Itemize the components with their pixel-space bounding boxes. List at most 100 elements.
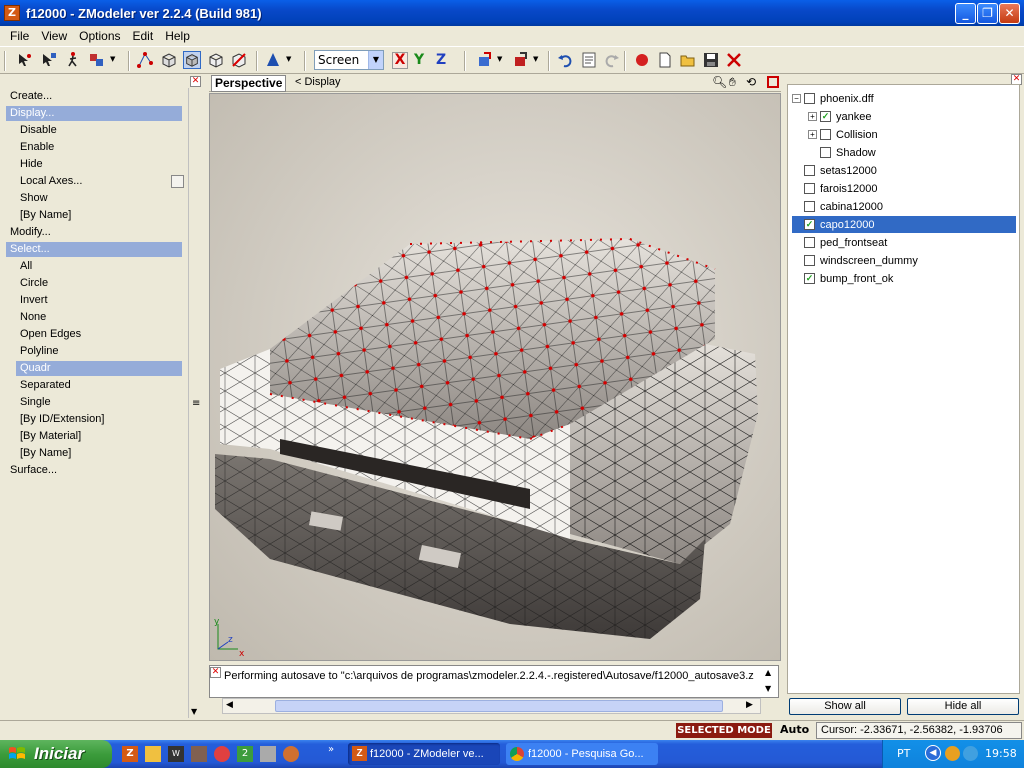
log-scroll-up-icon[interactable]: ▲ (765, 668, 771, 677)
dropdown-arrow-icon[interactable]: ▼ (497, 55, 502, 63)
collapse-icon[interactable]: − (792, 94, 801, 103)
command-item[interactable]: Modify... (10, 225, 51, 240)
perspective-viewport[interactable]: y z x (209, 93, 781, 661)
menu-view[interactable]: View (35, 29, 73, 43)
command-item[interactable]: Enable (20, 140, 54, 155)
tool-quicklaunch-icon[interactable]: 2 (237, 746, 253, 762)
command-item[interactable]: Create... (10, 89, 52, 104)
game-quicklaunch-icon[interactable] (283, 746, 299, 762)
show-all-button[interactable]: Show all (789, 698, 901, 715)
app-quicklaunch-icon[interactable]: W (168, 746, 184, 762)
log-scroll-down-icon[interactable]: ▼ (765, 684, 771, 693)
scroll-left-icon[interactable]: ◀ (226, 700, 233, 710)
command-item[interactable]: Separated (20, 378, 71, 393)
tray-network-icon[interactable] (963, 746, 978, 761)
command-item[interactable]: Disable (20, 123, 57, 138)
command-item[interactable]: Circle (20, 276, 48, 291)
new-file-icon[interactable] (656, 51, 674, 69)
log-close-icon[interactable]: ✕ (210, 667, 221, 678)
media-quicklaunch-icon[interactable] (191, 746, 207, 762)
scroll-down-icon[interactable]: ▼ (191, 707, 197, 716)
rotate-view-icon[interactable]: ⟲ (746, 75, 756, 89)
close-button[interactable]: ✕ (999, 3, 1020, 24)
tree-item[interactable]: ✓ bump_front_ok (792, 270, 1016, 287)
visibility-checkbox[interactable] (804, 255, 815, 266)
expand-icon[interactable]: + (808, 130, 817, 139)
select-move-icon[interactable] (40, 51, 58, 69)
command-item[interactable]: Local Axes... (20, 174, 82, 189)
face-mode-icon[interactable] (183, 51, 201, 69)
object-mode-icon[interactable] (160, 51, 178, 69)
tree-item[interactable]: + ✓ yankee (808, 108, 1016, 125)
zmodeler-quicklaunch-icon[interactable]: Z (122, 746, 138, 762)
zoom-icon[interactable]: 🔍︎ (712, 75, 727, 89)
element-mode-icon[interactable] (207, 51, 225, 69)
multi-select-icon[interactable] (88, 51, 106, 69)
app-icon[interactable]: Z (4, 5, 20, 21)
folder-quicklaunch-icon[interactable] (145, 746, 161, 762)
util-quicklaunch-icon[interactable] (260, 746, 276, 762)
task-zmodeler[interactable]: Z f12000 - ZModeler ve... (348, 743, 500, 765)
visibility-checkbox[interactable] (820, 129, 831, 140)
axis-space-select[interactable]: Screen ▼ (314, 50, 384, 70)
language-indicator[interactable]: PT (897, 747, 910, 760)
open-folder-icon[interactable] (679, 51, 697, 69)
menu-help[interactable]: Help (159, 29, 196, 43)
tree-item[interactable]: cabina12000 (792, 198, 1016, 215)
dropdown-arrow-icon[interactable]: ▼ (110, 55, 115, 63)
command-item[interactable]: Open Edges (20, 327, 81, 342)
menu-file[interactable]: File (4, 29, 35, 43)
pan-hand-icon[interactable]: ✋︎ (729, 75, 736, 90)
menu-edit[interactable]: Edit (127, 29, 160, 43)
command-item[interactable]: [By Name] (20, 446, 71, 461)
tray-back-icon[interactable]: ◀ (925, 745, 941, 761)
tree-item[interactable]: + Collision (808, 126, 1016, 143)
dropdown-arrow-icon[interactable]: ▼ (286, 55, 291, 63)
command-item[interactable]: Select... (6, 242, 182, 257)
visibility-checkbox[interactable] (804, 237, 815, 248)
tree-item[interactable]: setas12000 (792, 162, 1016, 179)
command-item[interactable]: Hide (20, 157, 43, 172)
log-horizontal-scrollbar[interactable]: ◀ ▶ (222, 698, 761, 714)
move-tool-icon[interactable] (264, 51, 282, 69)
maximize-viewport-icon[interactable] (767, 76, 779, 88)
tree-item[interactable]: windscreen_dummy (792, 252, 1016, 269)
command-item[interactable]: [By Material] (20, 429, 81, 444)
tree-item[interactable]: ✓ capo12000 (792, 216, 1016, 233)
visibility-checkbox[interactable]: ✓ (820, 111, 831, 122)
axis-y-toggle[interactable]: Y (414, 52, 424, 68)
left-panel-scrollbar[interactable]: ≡ ▼ (188, 88, 202, 718)
command-item[interactable]: Invert (20, 293, 48, 308)
breadcrumb[interactable]: < Display (295, 76, 341, 88)
axis-x-toggle[interactable]: X (392, 52, 408, 69)
quicklaunch-more-icon[interactable]: » (328, 744, 334, 755)
visibility-checkbox[interactable]: ✓ (804, 273, 815, 284)
command-item[interactable]: Single (20, 395, 51, 410)
command-item[interactable]: Show (20, 191, 48, 206)
task-browser[interactable]: f12000 - Pesquisa Go... (506, 743, 658, 765)
menu-options[interactable]: Options (73, 29, 126, 43)
visibility-checkbox[interactable] (820, 147, 831, 158)
history-icon[interactable] (580, 51, 598, 69)
record-icon[interactable] (633, 51, 651, 69)
scroll-right-icon[interactable]: ▶ (746, 700, 753, 710)
viewport-tab-perspective[interactable]: Perspective (211, 75, 287, 92)
vertex-mode-icon[interactable] (136, 51, 154, 69)
command-item[interactable]: None (20, 310, 46, 325)
start-button[interactable]: Iniciar (0, 740, 112, 768)
command-item[interactable]: Polyline (20, 344, 59, 359)
command-item[interactable]: Display... (6, 106, 182, 121)
command-item[interactable]: Quadr (16, 361, 182, 376)
local-axes-checkbox[interactable] (171, 175, 184, 188)
tree-item[interactable]: Shadow (808, 144, 1016, 161)
panel-close-icon[interactable]: ✕ (190, 76, 201, 87)
hide-all-button[interactable]: Hide all (907, 698, 1019, 715)
tree-item[interactable]: ped_frontseat (792, 234, 1016, 251)
tray-app-icon[interactable] (945, 746, 960, 761)
tree-item[interactable]: farois12000 (792, 180, 1016, 197)
command-item[interactable]: Surface... (10, 463, 57, 478)
visibility-checkbox[interactable] (804, 93, 815, 104)
dropdown-arrow-icon[interactable]: ▼ (533, 55, 538, 63)
import-icon[interactable] (476, 51, 494, 69)
minimize-button[interactable]: _ (955, 3, 976, 24)
